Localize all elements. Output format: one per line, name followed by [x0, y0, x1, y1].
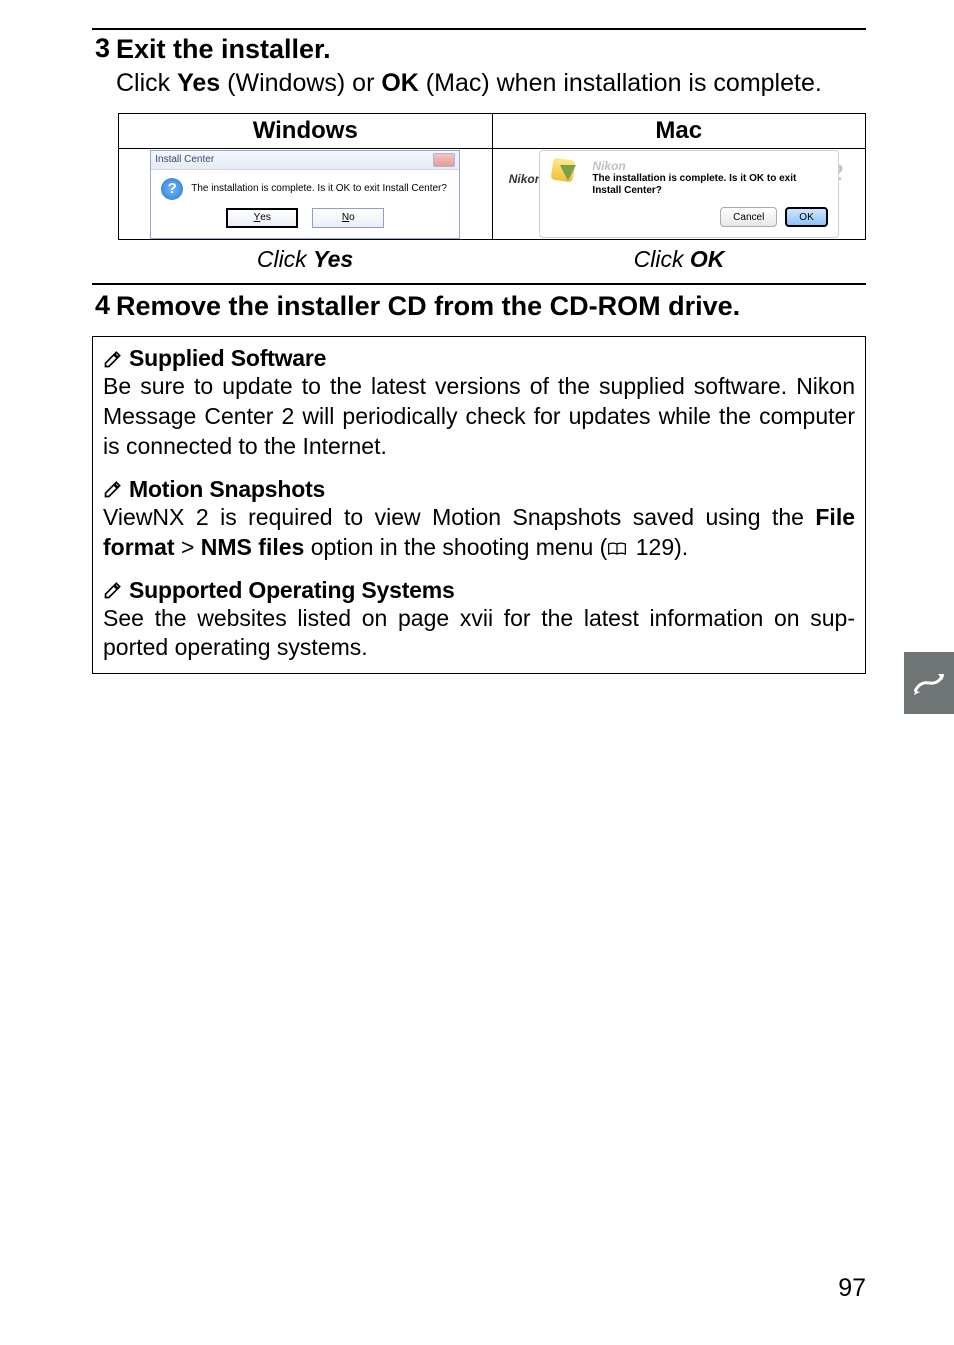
- note-1-head: Supplied Software: [103, 345, 855, 372]
- step-3-body: Exit the installer. Click Yes (Windows) …: [116, 34, 866, 99]
- close-icon[interactable]: [433, 153, 455, 167]
- note-3-title: Supported Operating Systems: [129, 577, 455, 604]
- rule-top: [92, 28, 866, 30]
- windows-dialog-title: Install Center: [155, 154, 214, 165]
- note-3-head: Supported Operating Systems: [103, 577, 855, 604]
- spacer: [103, 462, 855, 476]
- t: Nikon: [509, 172, 542, 186]
- page-ref: 129: [636, 534, 674, 560]
- ok-button[interactable]: OK: [785, 207, 827, 227]
- step-3: 3 Exit the installer. Click Yes (Windows…: [92, 34, 866, 99]
- t: OK: [690, 246, 725, 272]
- rule-mid: [92, 283, 866, 285]
- cancel-button[interactable]: Cancel: [720, 207, 777, 227]
- windows-dialog-buttons: Yes No: [151, 202, 459, 238]
- windows-dialog-message: The installation is complete. Is it OK t…: [191, 183, 447, 194]
- nms-files-bold: NMS files: [201, 534, 305, 560]
- yes-button[interactable]: Yes: [226, 208, 298, 228]
- windows-dialog: Install Center ? The installation is com…: [150, 150, 460, 239]
- mac-heading: Mac: [493, 114, 866, 149]
- side-tab: [904, 652, 954, 714]
- t: Click: [257, 246, 313, 272]
- windows-caption: Click Yes: [118, 246, 492, 273]
- t: (Windows) or: [220, 69, 381, 97]
- connection-icon: [911, 665, 947, 701]
- step-3-title: Exit the installer.: [116, 34, 866, 65]
- t: option in the shooting menu (: [304, 534, 607, 560]
- pencil-icon: [103, 479, 123, 499]
- note-1-text: Be sure to update to the latest versions…: [103, 372, 855, 462]
- mac-dialog-wrap: Nikon ® IX 2 Nikon The installation is c…: [509, 150, 849, 238]
- t: (Mac) when installation is com­plete.: [419, 69, 822, 97]
- windows-dialog-content: ? The installation is complete. Is it OK…: [151, 170, 459, 202]
- step-4-title: Remove the installer CD from the CD-ROM …: [116, 291, 866, 322]
- mac-dialog-buttons: Cancel OK: [550, 207, 828, 227]
- note-1-title: Supplied Software: [129, 345, 326, 372]
- mac-dialog-message: The installation is complete. Is it OK t…: [592, 173, 827, 197]
- t: o: [349, 212, 355, 223]
- mac-body: Nikon ® IX 2 Nikon The installation is c…: [493, 149, 866, 239]
- os-columns: Windows Install Center ? The installatio…: [118, 113, 866, 240]
- t: ViewNX 2 is required to view Motion Snap…: [103, 504, 815, 530]
- mac-dialog-row: Nikon The installation is complete. Is i…: [550, 159, 828, 197]
- windows-column: Windows Install Center ? The installatio…: [119, 114, 492, 239]
- t: es: [260, 212, 271, 223]
- t: N: [342, 212, 349, 223]
- note-2-head: Motion Snapshots: [103, 476, 855, 503]
- installer-icon: [550, 159, 581, 195]
- step-3-number: 3: [92, 34, 110, 64]
- notes-box: Supplied Software Be sure to update to t…: [92, 336, 866, 674]
- t: ).: [674, 534, 688, 560]
- step-4-body: Remove the installer CD from the CD-ROM …: [116, 291, 866, 322]
- t: Y: [254, 212, 261, 223]
- pencil-icon: [103, 349, 123, 369]
- book-icon: [607, 541, 627, 557]
- mac-column: Mac Nikon ® IX 2 Nikon The installation …: [492, 114, 866, 239]
- step-4-number: 4: [92, 291, 110, 321]
- nikon-small: Nikon: [592, 159, 827, 173]
- t: Click: [116, 69, 177, 97]
- note-2-title: Motion Snapshots: [129, 476, 325, 503]
- t: >: [175, 534, 201, 560]
- no-button[interactable]: No: [312, 208, 384, 228]
- os-captions: Click Yes Click OK: [118, 246, 866, 273]
- note-2-text: ViewNX 2 is required to view Motion Snap…: [103, 503, 855, 563]
- mac-dialog: Nikon The installation is complete. Is i…: [539, 150, 839, 238]
- t: Click: [634, 246, 690, 272]
- question-icon: ?: [161, 178, 183, 200]
- windows-body: Install Center ? The installation is com…: [119, 149, 492, 239]
- yes-bold: Yes: [177, 69, 220, 97]
- t: Yes: [313, 246, 353, 272]
- step-4: 4 Remove the installer CD from the CD-RO…: [92, 291, 866, 322]
- pencil-icon: [103, 580, 123, 600]
- note-3-text: See the websites listed on page xvii for…: [103, 604, 855, 664]
- windows-heading: Windows: [119, 114, 492, 149]
- spacer: [103, 563, 855, 577]
- windows-dialog-titlebar: Install Center: [151, 151, 459, 170]
- page-number: 97: [838, 1274, 866, 1303]
- ok-bold: OK: [381, 69, 419, 97]
- mac-dialog-text-col: Nikon The installation is complete. Is i…: [592, 159, 827, 197]
- mac-caption: Click OK: [492, 246, 866, 273]
- step-3-text: Click Yes (Windows) or OK (Mac) when ins…: [116, 67, 866, 99]
